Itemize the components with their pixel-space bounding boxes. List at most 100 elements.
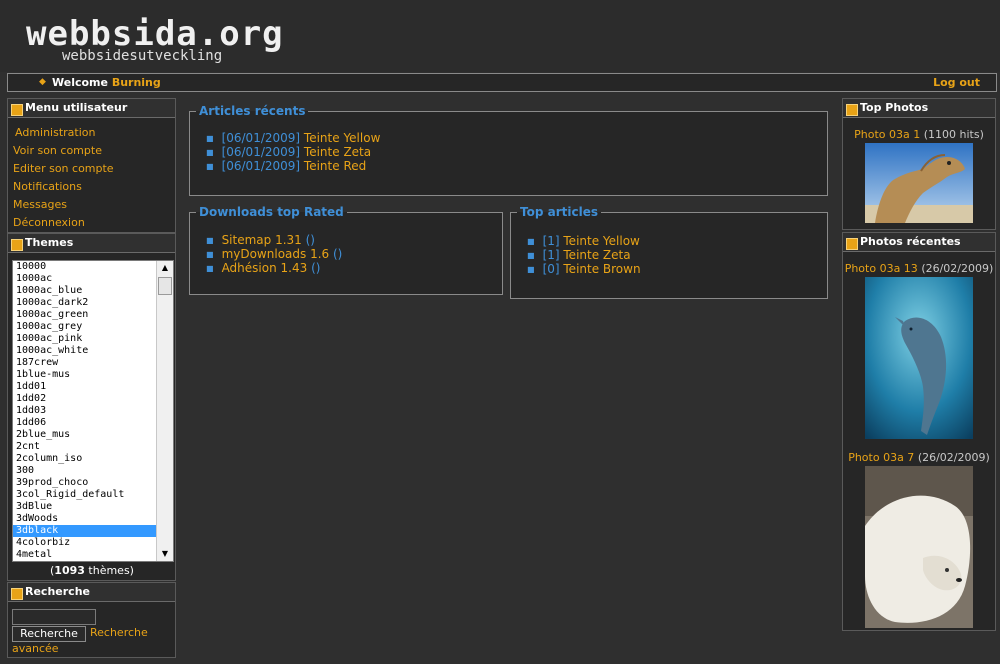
themes-scrollbar[interactable]: ▲ ▼ — [156, 261, 173, 561]
menu-item-messages[interactable]: Messages — [13, 198, 67, 211]
bullet-icon: ■ — [206, 148, 214, 157]
advanced-search-link-cont[interactable]: avancée — [12, 642, 59, 656]
article-link[interactable]: Teinte Zeta — [563, 248, 630, 262]
pencil-icon — [846, 104, 858, 116]
bullet-icon: ■ — [527, 251, 535, 260]
theme-option[interactable]: 2column_iso — [13, 453, 156, 465]
recent-articles-title: Articles récents — [199, 104, 306, 118]
search-box: Recherche Recherche Recherche avancée — [7, 582, 176, 658]
bullet-icon: ■ — [206, 134, 214, 143]
search-button[interactable]: Recherche — [12, 626, 86, 642]
photo-caption: Photo 03a 13 (26/02/2009) — [844, 262, 994, 275]
theme-option[interactable]: 3dWoods — [13, 513, 156, 525]
article-date-link[interactable]: [06/01/2009] — [222, 131, 301, 145]
article-link[interactable]: Teinte Red — [304, 159, 366, 173]
photo-caption: Photo 03a 7 (26/02/2009) — [848, 451, 990, 464]
theme-option[interactable]: 4colorbiz — [13, 537, 156, 549]
theme-option[interactable]: 1dd06 — [13, 417, 156, 429]
recent-articles-panel: Articles récents ■ [06/01/2009] Teinte Ye… — [189, 104, 828, 196]
theme-option[interactable]: 1000ac_pink — [13, 333, 156, 345]
article-link[interactable]: Teinte Yellow — [563, 234, 639, 248]
menu-item-view-account[interactable]: Voir son compte — [13, 144, 102, 157]
theme-option[interactable]: 4metal — [13, 549, 156, 561]
theme-option[interactable]: 3col_Rigid_default — [13, 489, 156, 501]
recent-articles-list: ■ [06/01/2009] Teinte Yellow ■ [06/01/2009… — [206, 131, 827, 173]
menu-item-logout[interactable]: Déconnexion — [13, 216, 85, 229]
photo-link[interactable]: Photo 03a 7 — [848, 451, 914, 464]
theme-option[interactable]: 1000ac_dark2 — [13, 297, 156, 309]
top-articles-title: Top articles — [520, 205, 598, 219]
article-link[interactable]: Teinte Zeta — [304, 145, 371, 159]
menu-item-notifications[interactable]: Notifications — [13, 180, 82, 193]
site-tagline: webbsidesutveckling — [62, 48, 223, 64]
photo-link[interactable]: Photo 03a 13 — [845, 262, 918, 275]
theme-option[interactable]: 3dblack — [13, 525, 156, 537]
theme-option[interactable]: 39prod_choco — [13, 477, 156, 489]
diamond-icon: ◆ — [39, 77, 46, 87]
top-photos-title: Top Photos — [843, 99, 995, 118]
list-item: ■ [1] Teinte Yellow — [527, 234, 640, 248]
list-item: ■ [06/01/2009] Teinte Red — [206, 159, 827, 173]
theme-option[interactable]: 1dd01 — [13, 381, 156, 393]
site-header: webbsida.org webbsidesutveckling — [0, 0, 1000, 72]
theme-option[interactable]: 1000ac — [13, 273, 156, 285]
themes-title: Themes — [8, 234, 175, 253]
scroll-up-arrow-icon[interactable]: ▲ — [157, 261, 173, 275]
top-photos-box: Top Photos Photo 03a 1 (1100 hits) — [842, 98, 996, 230]
theme-option[interactable]: 1dd03 — [13, 405, 156, 417]
list-item: ■ myDownloads 1.6 () — [206, 247, 343, 261]
pencil-icon — [846, 238, 858, 250]
welcome-username[interactable]: Burning — [112, 76, 161, 89]
search-input[interactable] — [12, 609, 96, 625]
search-title: Recherche — [8, 583, 175, 602]
bullet-icon: ■ — [206, 250, 214, 259]
scroll-down-arrow-icon[interactable]: ▼ — [157, 547, 173, 561]
recent-photos-title: Photos récentes — [843, 233, 995, 252]
article-date-link[interactable]: [06/01/2009] — [222, 145, 301, 159]
pencil-icon — [11, 239, 23, 251]
logout-link[interactable]: Log out — [933, 74, 980, 91]
bullet-icon: ■ — [206, 162, 214, 171]
theme-option[interactable]: 1blue-mus — [13, 369, 156, 381]
theme-option[interactable]: 2cnt — [13, 441, 156, 453]
list-item: ■ Adhésion 1.43 () — [206, 261, 321, 275]
theme-option[interactable]: 1000ac_white — [13, 345, 156, 357]
recent-photos-box: Photos récentes Photo 03a 13 (26/02/2009… — [842, 232, 996, 631]
downloads-panel: Downloads top Rated ■ Sitemap 1.31 () ■ my… — [189, 205, 503, 295]
advanced-search-link[interactable]: Recherche — [90, 626, 148, 640]
theme-option[interactable]: 3dBlue — [13, 501, 156, 513]
download-link[interactable]: Sitemap 1.31 — [222, 233, 302, 247]
bullet-icon: ■ — [206, 236, 214, 245]
article-link[interactable]: Teinte Yellow — [304, 131, 380, 145]
theme-option[interactable]: 2blue_mus — [13, 429, 156, 441]
download-link[interactable]: Adhésion 1.43 — [222, 261, 308, 275]
list-item: ■ [06/01/2009] Teinte Yellow — [206, 131, 827, 145]
menu-item-administration[interactable]: Administration — [13, 126, 96, 139]
theme-option[interactable]: 1000ac_blue — [13, 285, 156, 297]
photo-link[interactable]: Photo 03a 1 — [854, 128, 920, 141]
welcome-bar: ◆ Welcome Burning Log out — [7, 73, 997, 92]
theme-option[interactable]: 187crew — [13, 357, 156, 369]
theme-option[interactable]: 1dd02 — [13, 393, 156, 405]
theme-option[interactable]: 300 — [13, 465, 156, 477]
themes-listbox[interactable]: 10000 1000ac 1000ac_blue 1000ac_dark2 1000ac… — [12, 260, 174, 562]
bullet-icon: ■ — [206, 264, 214, 273]
menu-item-edit-account[interactable]: Editer son compte — [13, 162, 114, 175]
scroll-thumb[interactable] — [158, 277, 172, 295]
polar-bear-photo-icon[interactable] — [865, 466, 973, 631]
theme-option[interactable]: 1000ac_green — [13, 309, 156, 321]
list-item: ■ [0] Teinte Brown — [527, 262, 641, 276]
theme-option[interactable]: 1000ac_grey — [13, 321, 156, 333]
downloads-title: Downloads top Rated — [199, 205, 344, 219]
dolphin-photo-icon[interactable] — [865, 277, 973, 442]
download-link[interactable]: myDownloads 1.6 — [222, 247, 330, 261]
article-date-link[interactable]: [06/01/2009] — [222, 159, 301, 173]
user-menu-title: Menu utilisateur — [8, 99, 175, 118]
themes-box: Themes 10000 1000ac 1000ac_blue 1000ac_dark… — [7, 233, 176, 581]
top-articles-list: ■ [1] Teinte Yellow ■ [1] Teinte Zeta ■ [0]… — [527, 234, 827, 276]
photo-caption: Photo 03a 1 (1100 hits) — [854, 128, 984, 141]
list-item: ■ [1] Teinte Zeta — [527, 248, 631, 262]
camel-photo-icon[interactable] — [865, 143, 973, 226]
article-link[interactable]: Teinte Brown — [563, 262, 640, 276]
theme-option[interactable]: 10000 — [13, 261, 156, 273]
